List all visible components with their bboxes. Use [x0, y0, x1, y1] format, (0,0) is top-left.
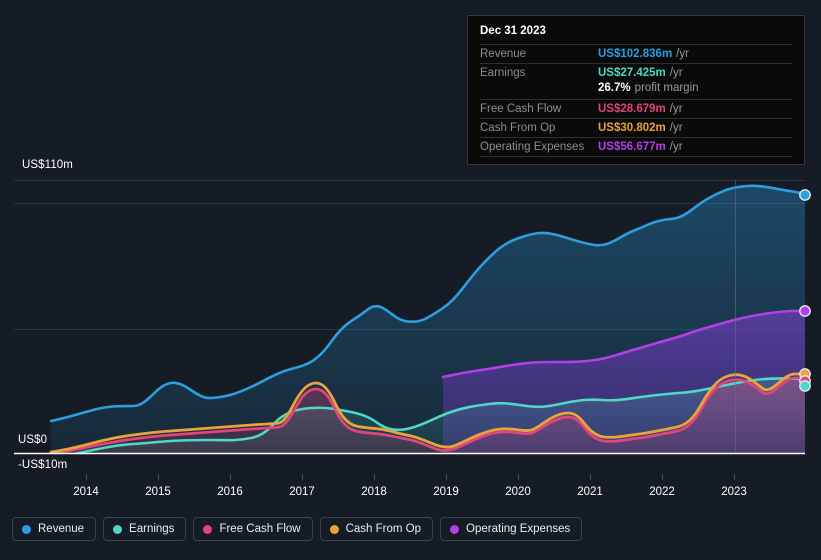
- legend-dot-cash-from-op-icon: [329, 524, 339, 534]
- y-axis-label-zero: US$0: [18, 434, 48, 446]
- chart-tooltip: Dec 31 2023 Revenue US$102.836m /yr Earn…: [467, 15, 805, 165]
- legend-label-revenue: Revenue: [38, 523, 85, 535]
- x-axis-label-2018: 2018: [361, 486, 387, 498]
- tooltip-row-free-cash-flow: Free Cash Flow US$28.679m /yr: [480, 99, 792, 118]
- financial-history-chart: US$110m US$0 -US$10m 2014 2015 2016 2017…: [0, 0, 821, 560]
- x-axis-label-2020: 2020: [505, 486, 531, 498]
- legend-item-operating-expenses[interactable]: Operating Expenses: [440, 517, 583, 541]
- chart-legend: Revenue Earnings Free Cash Flow Cash Fro…: [12, 517, 583, 541]
- legend-label-operating-expenses: Operating Expenses: [466, 523, 571, 535]
- x-axis-label-2014: 2014: [73, 486, 99, 498]
- tooltip-row-operating-expenses: Operating Expenses US$56.677m /yr: [480, 137, 792, 156]
- legend-dot-operating-expenses-icon: [450, 524, 460, 534]
- y-axis-label-negative: -US$10m: [18, 459, 68, 471]
- legend-dot-free-cash-flow-icon: [203, 524, 213, 534]
- tooltip-unit-revenue: /yr: [676, 48, 689, 60]
- legend-dot-revenue-icon: [22, 524, 31, 534]
- tooltip-unit-free-cash-flow: /yr: [669, 103, 683, 115]
- tooltip-value-operating-expenses: US$56.677m: [598, 141, 666, 153]
- tooltip-value-revenue: US$102.836m: [598, 48, 673, 60]
- legend-item-earnings[interactable]: Earnings: [103, 517, 187, 541]
- x-axis-label-2019: 2019: [433, 486, 459, 498]
- tooltip-value-free-cash-flow: US$28.679m: [598, 103, 666, 115]
- tooltip-label-earnings: Earnings: [480, 67, 526, 79]
- x-axis-label-2015: 2015: [145, 486, 171, 498]
- tooltip-label-free-cash-flow: Free Cash Flow: [480, 103, 562, 115]
- x-axis-label-2016: 2016: [217, 486, 243, 498]
- endpoint-operating-expenses: [799, 305, 811, 317]
- tooltip-row-profit-margin: 26.7% profit margin: [480, 82, 792, 99]
- tooltip-value-earnings: US$27.425m: [598, 67, 666, 79]
- tooltip-footer-rule: [480, 156, 792, 158]
- legend-label-cash-from-op: Cash From Op: [345, 523, 422, 535]
- tooltip-unit-cash-from-op: /yr: [669, 122, 683, 134]
- legend-item-revenue[interactable]: Revenue: [12, 517, 97, 541]
- legend-label-free-cash-flow: Free Cash Flow: [219, 523, 301, 535]
- tooltip-value-profit-margin: 26.7%: [598, 82, 631, 94]
- tooltip-row-revenue: Revenue US$102.836m /yr: [480, 44, 792, 63]
- x-axis-label-2021: 2021: [577, 486, 603, 498]
- x-axis-label-2017: 2017: [289, 486, 315, 498]
- tooltip-label-revenue: Revenue: [480, 48, 527, 60]
- y-axis-label-top: US$110m: [22, 159, 73, 171]
- tooltip-value-cash-from-op: US$30.802m: [598, 122, 666, 134]
- legend-label-earnings: Earnings: [129, 523, 175, 535]
- legend-item-free-cash-flow[interactable]: Free Cash Flow: [193, 517, 313, 541]
- tooltip-label-cash-from-op: Cash From Op: [480, 122, 556, 134]
- tooltip-row-cash-from-op: Cash From Op US$30.802m /yr: [480, 118, 792, 137]
- tooltip-unit-operating-expenses: /yr: [669, 141, 683, 153]
- legend-item-cash-from-op[interactable]: Cash From Op: [319, 517, 434, 541]
- endpoint-earnings: [799, 380, 811, 392]
- x-axis-label-2022: 2022: [649, 486, 675, 498]
- x-axis-label-2023: 2023: [721, 486, 747, 498]
- legend-dot-earnings-icon: [113, 524, 123, 534]
- tooltip-label-operating-expenses: Operating Expenses: [480, 141, 585, 153]
- endpoint-revenue: [799, 189, 811, 201]
- tooltip-unit-profit-margin: profit margin: [634, 82, 699, 94]
- x-axis-ticks: [86, 474, 735, 480]
- tooltip-row-earnings: Earnings US$27.425m /yr: [480, 63, 792, 82]
- tooltip-unit-earnings: /yr: [669, 67, 683, 79]
- tooltip-date: Dec 31 2023: [480, 25, 546, 37]
